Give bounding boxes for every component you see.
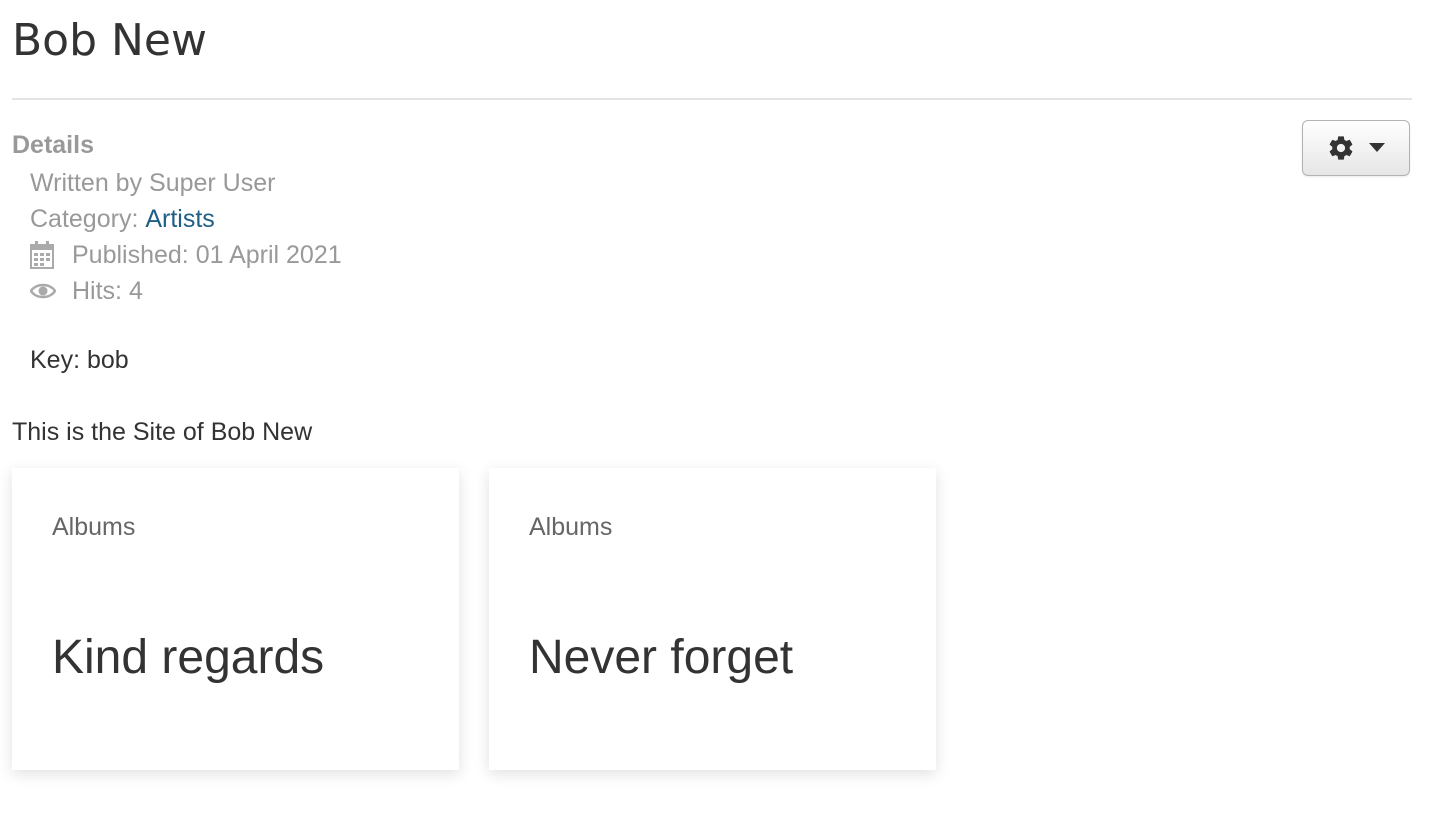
article-info: Details Written by Super User Category: … [12, 130, 342, 309]
hits-count: Hits: 4 [72, 277, 143, 305]
author-text: Written by Super User [30, 169, 276, 197]
category-label: Category: [30, 205, 139, 233]
card-title: Kind regards [52, 631, 325, 684]
intro-text: This is the Site of Bob New [12, 418, 313, 446]
hits-info: Hits: 4 [12, 273, 342, 309]
card-label: Albums [529, 513, 613, 541]
page-title: Bob New [12, 15, 207, 66]
category-link[interactable]: Artists [145, 201, 214, 237]
title-divider [12, 98, 1412, 100]
card-label: Albums [52, 513, 136, 541]
article-page: Bob New Details Written by Super User Ca… [0, 0, 1434, 814]
details-heading: Details [12, 131, 94, 159]
published-info: Published: 01 April 2021 [12, 237, 342, 273]
article-tools-button[interactable] [1302, 120, 1410, 176]
published-date: Published: 01 April 2021 [72, 241, 342, 269]
gear-icon [1327, 134, 1355, 162]
key-text: Key: bob [30, 346, 129, 374]
album-card[interactable]: Albums Kind regards [12, 468, 459, 770]
author-info: Written by Super User [12, 165, 342, 201]
card-title: Never forget [529, 631, 794, 684]
caret-down-icon [1369, 143, 1385, 153]
album-card[interactable]: Albums Never forget [489, 468, 936, 770]
calendar-icon [30, 241, 58, 269]
category-info: Category: Artists [12, 201, 342, 237]
eye-icon [30, 282, 58, 300]
